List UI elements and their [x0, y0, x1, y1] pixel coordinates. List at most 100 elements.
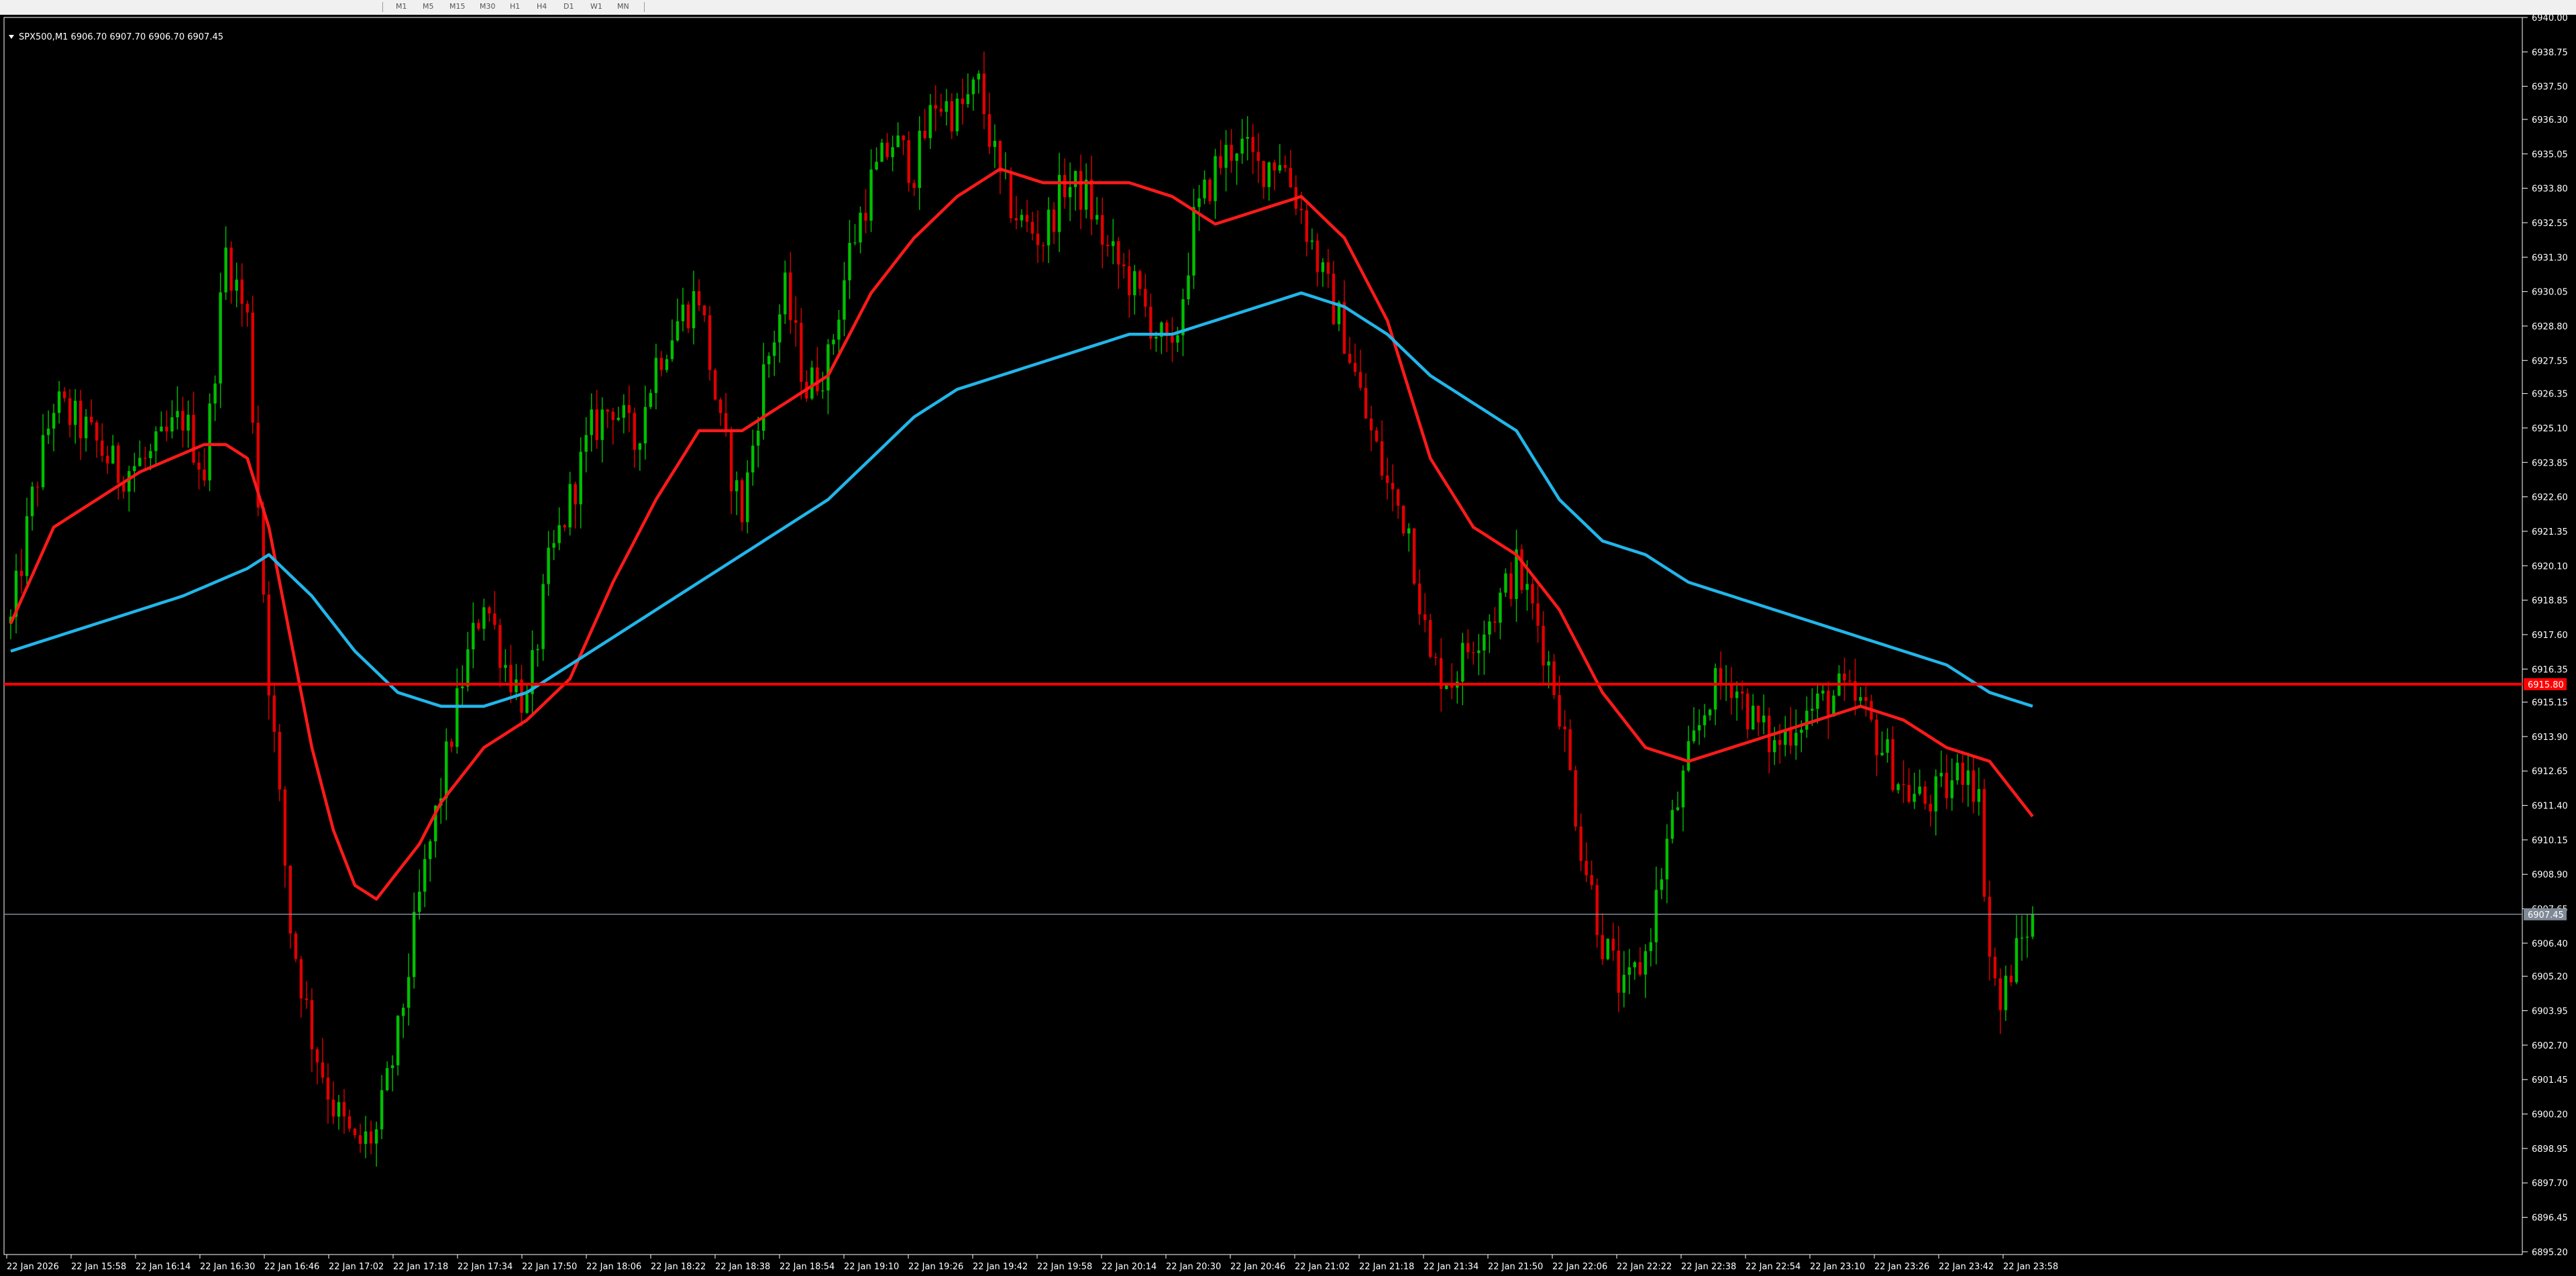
candle [1197, 184, 1201, 231]
candle [950, 93, 954, 140]
candle [1961, 751, 1965, 803]
candle [1472, 641, 1475, 665]
candle [1638, 947, 1642, 977]
candle [1746, 688, 1750, 739]
timeframe-m30-button[interactable]: M30 [480, 1, 496, 12]
candle [1052, 202, 1056, 245]
candle [1864, 686, 1868, 717]
candle [1827, 681, 1830, 739]
candle [541, 574, 545, 661]
candle [627, 385, 631, 433]
candle [853, 224, 857, 246]
candle [224, 226, 227, 301]
candle [197, 451, 201, 490]
x-tick-label: 22 Jan 19:58 [1037, 1262, 1092, 1272]
price-axis[interactable]: 6940.00 6938.75 6937.50 6936.30 6935.05 6933.… [2522, 15, 2568, 1258]
candle [385, 1061, 389, 1092]
candle [19, 549, 23, 594]
candle [192, 391, 195, 465]
candle [133, 452, 136, 492]
candle [1660, 867, 1664, 900]
candle [272, 682, 276, 753]
chart-title-dropdown-icon[interactable] [9, 35, 14, 39]
candle [649, 389, 653, 409]
timeframe-h1-button[interactable]: H1 [510, 1, 520, 12]
candle [208, 393, 211, 492]
candle [1456, 671, 1459, 704]
y-tick-label: 6903.95 [2532, 1007, 2568, 1017]
candle [251, 295, 254, 434]
candle [1536, 584, 1540, 643]
candle [912, 179, 916, 197]
chart-window[interactable]: 6940.00 6938.75 6937.50 6936.30 6935.05 6933.… [0, 15, 2576, 1276]
candle [138, 440, 142, 467]
candle [117, 442, 120, 500]
timeframe-m15-button[interactable]: M15 [449, 1, 466, 12]
candle [880, 138, 883, 162]
candle [1165, 319, 1169, 352]
candle [531, 630, 534, 714]
timeframe-d1-button[interactable]: D1 [564, 1, 574, 12]
candle [1756, 705, 1760, 737]
candle [1396, 488, 1400, 519]
timeframe-h4-button[interactable]: H4 [537, 1, 547, 12]
candle [1073, 170, 1077, 211]
candle [1224, 129, 1228, 192]
candle [2004, 965, 2008, 1021]
candle [1375, 427, 1379, 443]
x-tick-label: 22 Jan 21:34 [1424, 1262, 1479, 1272]
timeframe-w1-button[interactable]: W1 [590, 1, 602, 12]
timeframe-mn-button[interactable]: MN [617, 1, 629, 12]
x-tick-label: 22 Jan 21:50 [1488, 1262, 1543, 1272]
candle [326, 1063, 330, 1124]
timeframe-m1-button[interactable]: M1 [396, 1, 407, 12]
bid-price-tag-label: 6907.45 [2528, 910, 2564, 920]
x-tick-label: 22 Jan 19:42 [973, 1262, 1028, 1272]
candle [1240, 119, 1244, 164]
candles-layer [9, 51, 2035, 1167]
candle [1805, 696, 1809, 738]
x-tick-label: 22 Jan 16:30 [200, 1262, 255, 1272]
candle [213, 375, 217, 421]
timeframe-m5-button[interactable]: M5 [423, 1, 434, 12]
candle [1568, 719, 1572, 771]
candle [977, 70, 981, 94]
y-tick-label: 6937.50 [2532, 83, 2568, 93]
candle [579, 437, 582, 529]
candle [896, 122, 900, 148]
chart-frame [3, 17, 2523, 1255]
candle [321, 1038, 325, 1083]
candle [1020, 209, 1024, 227]
candle [1547, 651, 1550, 689]
candle [1401, 505, 1405, 537]
candle [445, 728, 448, 820]
moving-averages [9, 167, 2034, 901]
candle [1369, 405, 1373, 451]
candle [1235, 152, 1238, 185]
chart-toolbar: M1 M5 M15 M30 H1 H4 D1 W1 MN [0, 0, 2576, 15]
candle [1751, 694, 1755, 731]
candle [122, 476, 125, 499]
candle [429, 839, 432, 882]
candle [1358, 350, 1362, 391]
candle [78, 390, 83, 460]
y-tick-label: 6933.80 [2532, 184, 2568, 195]
candle [229, 241, 233, 304]
candle [670, 319, 674, 362]
candle [875, 147, 878, 171]
time-axis[interactable]: 22 Jan 2026 22 Jan 15:58 22 Jan 16:14 22 Ja… [6, 1255, 2058, 1272]
candle [934, 85, 937, 131]
candle [1499, 588, 1502, 639]
y-tick-label: 6911.40 [2532, 802, 2568, 812]
y-tick-label: 6925.10 [2532, 424, 2568, 434]
candle [1106, 235, 1110, 257]
candle [1380, 420, 1384, 480]
price-chart[interactable]: 6940.00 6938.75 6937.50 6936.30 6935.05 6933.… [0, 15, 2576, 1276]
x-tick-label: 22 Jan 18:54 [780, 1262, 835, 1272]
candle [1762, 694, 1766, 735]
x-tick-label: 22 Jan 20:46 [1230, 1262, 1285, 1272]
candle [1585, 842, 1588, 882]
candle [1982, 779, 1986, 902]
candle [186, 401, 190, 448]
candle [778, 304, 782, 363]
